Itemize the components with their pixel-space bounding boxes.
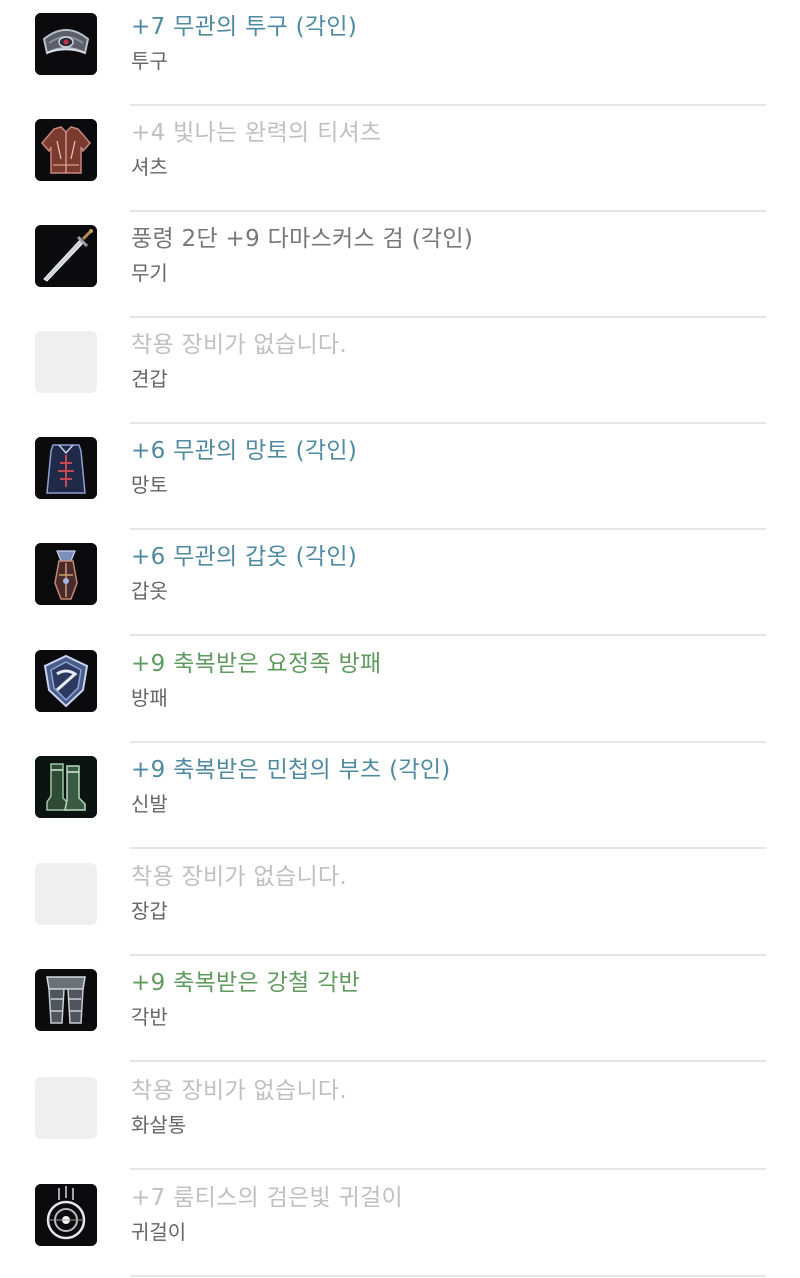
item-name: +9 축복받은 강철 각반 <box>131 970 361 996</box>
greaves-icon <box>35 969 97 1031</box>
item-name: 풍령 2단 +9 다마스커스 검 (각인) <box>131 226 474 252</box>
list-item[interactable]: +6 무관의 갑옷 (각인) 갑옷 <box>0 530 800 636</box>
helmet-icon <box>35 13 97 75</box>
shirt-icon <box>35 119 97 181</box>
item-name: +6 무관의 갑옷 (각인) <box>131 544 358 570</box>
slot-label: 방패 <box>131 686 168 710</box>
slot-label: 귀걸이 <box>131 1220 187 1244</box>
shield-icon <box>35 650 97 712</box>
list-item[interactable]: +6 무관의 망토 (각인) 망토 <box>0 424 800 530</box>
slot-label: 갑옷 <box>131 579 168 603</box>
armor-icon <box>35 543 97 605</box>
empty-slot-icon <box>35 1077 97 1139</box>
list-item[interactable]: 풍령 2단 +9 다마스커스 검 (각인) 무기 <box>0 212 800 318</box>
row-divider <box>130 1275 766 1277</box>
earring-icon <box>35 1184 97 1246</box>
item-name: +9 축복받은 민첩의 부츠 (각인) <box>131 757 451 783</box>
cloak-icon <box>35 437 97 499</box>
sword-icon <box>35 225 97 287</box>
item-name: +4 빛나는 완력의 티셔츠 <box>131 120 382 146</box>
list-item[interactable]: +4 빛나는 완력의 티셔츠 셔츠 <box>0 106 800 212</box>
empty-slot-icon <box>35 331 97 393</box>
list-item[interactable]: 착용 장비가 없습니다. 장갑 <box>0 850 800 956</box>
row-divider <box>130 1168 766 1170</box>
slot-label: 장갑 <box>131 899 168 923</box>
list-item[interactable]: +9 축복받은 민첩의 부츠 (각인) 신발 <box>0 743 800 849</box>
row-divider <box>130 847 766 849</box>
boots-icon <box>35 756 97 818</box>
list-item[interactable]: +9 축복받은 강철 각반 각반 <box>0 956 800 1062</box>
slot-label: 신발 <box>131 792 168 816</box>
item-name: 착용 장비가 없습니다. <box>131 332 347 358</box>
item-name: +7 룸티스의 검은빛 귀걸이 <box>131 1185 403 1211</box>
slot-label: 각반 <box>131 1005 168 1029</box>
list-item[interactable]: 착용 장비가 없습니다. 화살통 <box>0 1064 800 1170</box>
slot-label: 견갑 <box>131 367 168 391</box>
item-name: +7 무관의 투구 (각인) <box>131 14 358 40</box>
slot-label: 망토 <box>131 473 168 497</box>
list-item[interactable]: +7 무관의 투구 (각인) 투구 <box>0 0 800 106</box>
item-name: 착용 장비가 없습니다. <box>131 864 347 890</box>
row-divider <box>130 1060 766 1062</box>
empty-slot-icon <box>35 863 97 925</box>
slot-label: 투구 <box>131 49 168 73</box>
list-item[interactable]: +7 룸티스의 검은빛 귀걸이 귀걸이 <box>0 1171 800 1277</box>
item-name: +9 축복받은 요정족 방패 <box>131 651 382 677</box>
row-divider <box>130 634 766 636</box>
list-item[interactable]: 착용 장비가 없습니다. 견갑 <box>0 318 800 424</box>
slot-label: 무기 <box>131 261 168 285</box>
item-name: +6 무관의 망토 (각인) <box>131 438 358 464</box>
slot-label: 셔츠 <box>131 155 168 179</box>
item-name: 착용 장비가 없습니다. <box>131 1078 347 1104</box>
list-item[interactable]: +9 축복받은 요정족 방패 방패 <box>0 637 800 743</box>
slot-label: 화살통 <box>131 1113 187 1137</box>
